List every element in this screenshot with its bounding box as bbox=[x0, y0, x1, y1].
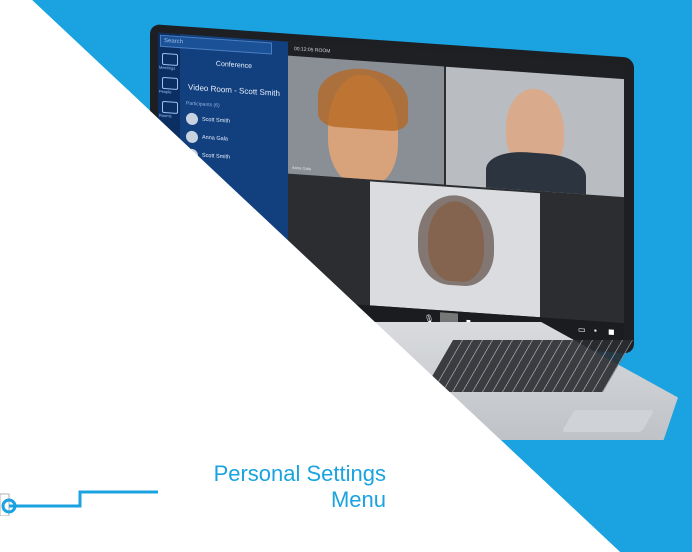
avatar bbox=[186, 130, 198, 144]
rooms-icon[interactable] bbox=[162, 100, 178, 114]
rail-label-people: People bbox=[159, 88, 172, 95]
trackpad bbox=[561, 410, 655, 432]
connector-line bbox=[0, 490, 158, 516]
keyboard bbox=[422, 340, 634, 392]
participant-name: Scott Smith bbox=[202, 152, 231, 161]
callout-line bbox=[9, 490, 158, 508]
participant-name: Scott Smith bbox=[202, 116, 231, 125]
chat-icon[interactable]: ▪ bbox=[594, 326, 597, 335]
people-icon[interactable] bbox=[162, 76, 178, 90]
participant-item[interactable]: Scott Smith bbox=[186, 112, 231, 128]
participants-label: Participants (6) bbox=[186, 100, 220, 109]
room-title: Video Room - Scott Smith bbox=[188, 82, 280, 99]
caption: Personal Settings Menu bbox=[214, 461, 386, 513]
settings-icon[interactable]: ◼ bbox=[608, 327, 615, 336]
video-tile[interactable] bbox=[446, 66, 624, 198]
panel-title: Conference bbox=[215, 60, 253, 71]
participant-item[interactable]: Anna Gala bbox=[186, 130, 228, 146]
tile-label: Anna Gala bbox=[292, 164, 311, 172]
hair-shape bbox=[418, 192, 494, 289]
meetings-icon[interactable] bbox=[162, 52, 178, 66]
rail-label-rooms: Rooms bbox=[159, 112, 172, 119]
caption-line-2: Menu bbox=[330, 487, 386, 512]
participant-name: Anna Gala bbox=[202, 134, 228, 143]
screen-share-icon[interactable]: ▭ bbox=[578, 325, 586, 335]
rail-label-meetings: Meetings bbox=[159, 64, 176, 71]
avatar bbox=[186, 112, 198, 126]
caption-line-1: Personal Settings bbox=[213, 461, 386, 486]
video-tile[interactable] bbox=[370, 181, 540, 318]
call-status-text: 00:12:05 ROOM bbox=[294, 46, 331, 55]
video-tile[interactable]: Anna Gala bbox=[288, 55, 444, 185]
hair-shape bbox=[318, 65, 408, 133]
